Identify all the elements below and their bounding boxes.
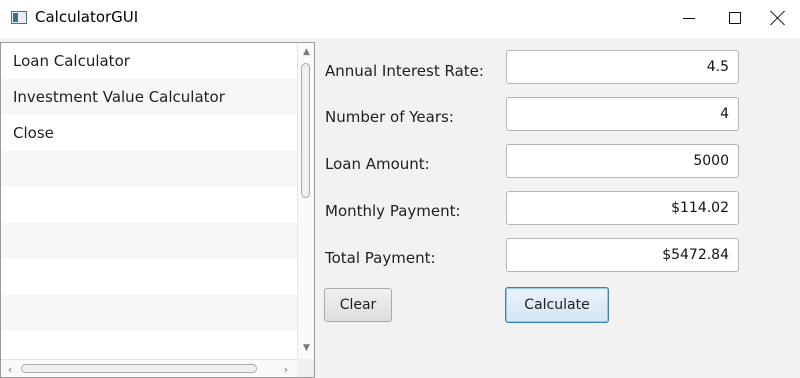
close-window-button[interactable] [755, 0, 800, 36]
scroll-right-icon[interactable]: › [279, 362, 293, 376]
list-rows: Loan Calculator Investment Value Calcula… [1, 43, 297, 367]
empty-list-row [1, 259, 297, 295]
empty-list-row [1, 151, 297, 187]
maximize-button[interactable] [712, 0, 758, 36]
vertical-scrollbar[interactable]: ▲ ▼ [297, 43, 314, 359]
empty-list-row [1, 223, 297, 259]
minimize-button[interactable] [666, 0, 712, 36]
calculator-list[interactable]: Loan Calculator Investment Value Calcula… [0, 42, 315, 378]
total-payment-label: Total Payment: [325, 249, 436, 267]
list-item-investment-value-calculator[interactable]: Investment Value Calculator [1, 79, 297, 115]
scroll-left-icon[interactable]: ‹ [3, 362, 17, 376]
horizontal-scroll-thumb[interactable] [21, 364, 257, 373]
list-item-loan-calculator[interactable]: Loan Calculator [1, 43, 297, 79]
annual-interest-rate-label: Annual Interest Rate: [325, 62, 484, 80]
monthly-payment-field[interactable] [506, 191, 739, 225]
scroll-down-icon[interactable]: ▼ [298, 341, 314, 355]
annual-interest-rate-field[interactable] [506, 50, 739, 84]
scrollbar-corner [297, 359, 314, 377]
horizontal-scrollbar[interactable]: ‹ › [1, 359, 297, 377]
scroll-up-icon[interactable]: ▲ [298, 45, 314, 59]
total-payment-field[interactable] [506, 238, 739, 272]
vertical-scroll-thumb[interactable] [301, 63, 310, 198]
number-of-years-label: Number of Years: [325, 108, 454, 126]
number-of-years-field[interactable] [506, 97, 739, 131]
app-icon [11, 11, 27, 24]
monthly-payment-label: Monthly Payment: [325, 202, 461, 220]
content-area: Loan Calculator Investment Value Calcula… [0, 38, 800, 378]
loan-amount-field[interactable] [506, 144, 739, 178]
maximize-icon [729, 12, 741, 24]
window-title: CalculatorGUI [35, 8, 139, 26]
close-icon [770, 10, 786, 26]
empty-list-row [1, 295, 297, 331]
clear-button[interactable]: Clear [324, 288, 392, 322]
calculate-button[interactable]: Calculate [505, 287, 609, 323]
list-item-close[interactable]: Close [1, 115, 297, 151]
loan-amount-label: Loan Amount: [325, 155, 430, 173]
minimize-icon [683, 17, 695, 19]
title-bar: CalculatorGUI [0, 0, 800, 38]
empty-list-row [1, 187, 297, 223]
